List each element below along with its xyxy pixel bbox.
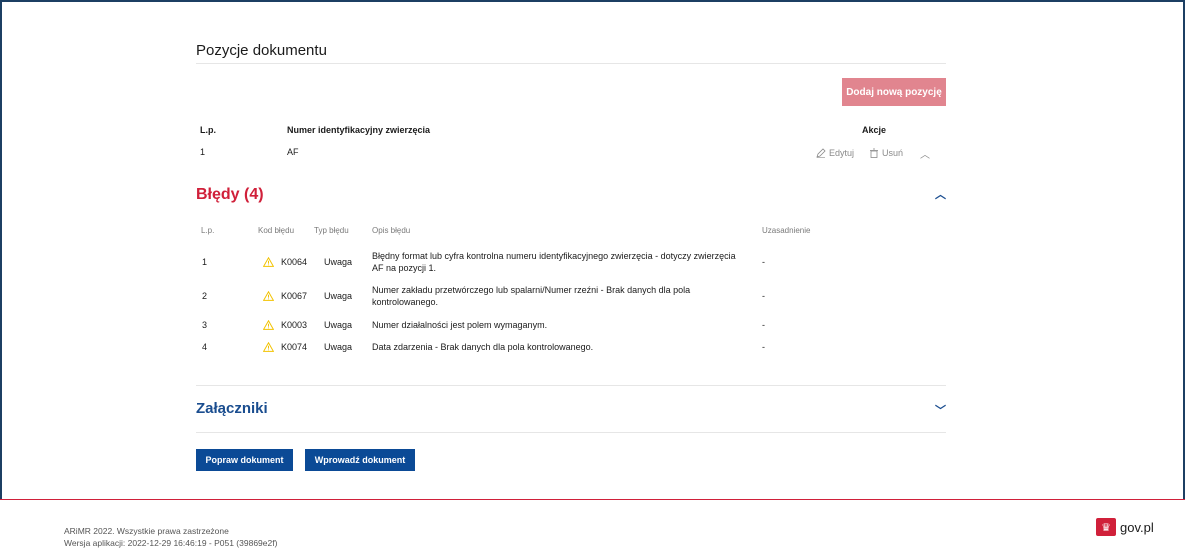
submit-document-button[interactable]: Wprowadź dokument [305,449,415,471]
error-justification: - [762,257,765,267]
fix-document-button[interactable]: Popraw dokument [196,449,293,471]
error-header-code: Kod błędu [258,226,295,235]
error-code: K0003 [281,320,308,330]
divider [196,432,946,433]
col-header-lp: L.p. [200,125,216,135]
error-justification: - [762,342,765,352]
error-type: Uwaga [324,342,353,352]
footer-copyright: ARiMR 2022. Wszystkie prawa zastrzeżone [64,526,229,536]
error-lp: 1 [202,257,208,267]
error-code: K0064 [281,257,308,267]
warning-icon [263,291,274,301]
error-type: Uwaga [324,257,353,267]
footer-version: Wersja aplikacji: 2022-12-29 16:46:19 - … [64,538,278,548]
eagle-emblem-icon: ♛ [1096,518,1116,536]
pencil-icon [816,148,826,158]
edit-label: Edytuj [829,148,855,158]
error-desc: Data zdarzenia - Brak danych dla pola ko… [372,342,594,352]
error-justification: - [762,320,765,330]
error-desc: Błędny format lub cyfra kontrolna numeru… [372,251,736,273]
error-lp: 4 [202,342,208,352]
warning-icon [263,342,274,352]
position-row-lp: 1 [200,147,206,157]
chevron-up-icon[interactable]: ︿ [935,186,946,202]
attachments-title: Załączniki [196,400,268,417]
gov-pl-label: gov.pl [1120,519,1154,535]
error-header-justification: Uzasadnienie [762,226,811,235]
add-position-button[interactable]: Dodaj nową pozycję [842,78,946,106]
error-type: Uwaga [324,291,353,301]
error-code: K0067 [281,291,308,301]
warning-icon [263,320,274,330]
error-desc: Numer działalności jest polem wymaganym. [372,320,548,330]
warning-icon [263,257,274,267]
error-header-type: Typ błędu [314,226,349,235]
delete-button[interactable]: Usuń [869,148,903,158]
position-row-number: AF [287,147,299,157]
error-desc: Numer zakładu przetwórczego lub spalarni… [372,285,691,307]
chevron-down-icon[interactable]: ﹀ [935,402,946,418]
col-header-actions: Akcje [862,125,887,135]
divider [196,385,946,386]
footer-divider [0,499,1185,500]
chevron-up-icon[interactable]: ︿ [920,146,930,161]
error-header-desc: Opis błędu [372,226,411,235]
error-justification: - [762,291,765,301]
edit-button[interactable]: Edytuj [816,148,854,158]
positions-title: Pozycje dokumentu [196,42,327,59]
error-lp: 3 [202,320,208,330]
col-header-animal-number: Numer identyfikacyjny zwierzęcia [287,125,431,135]
divider [196,63,946,64]
errors-title: Błędy (4) [196,186,264,203]
error-type: Uwaga [324,320,353,330]
error-header-lp: L.p. [201,226,215,235]
error-lp: 2 [202,291,208,301]
error-code: K0074 [281,342,308,352]
trash-icon [870,148,878,158]
delete-label: Usuń [882,148,904,158]
gov-pl-link[interactable]: ♛ gov.pl [1096,518,1154,536]
